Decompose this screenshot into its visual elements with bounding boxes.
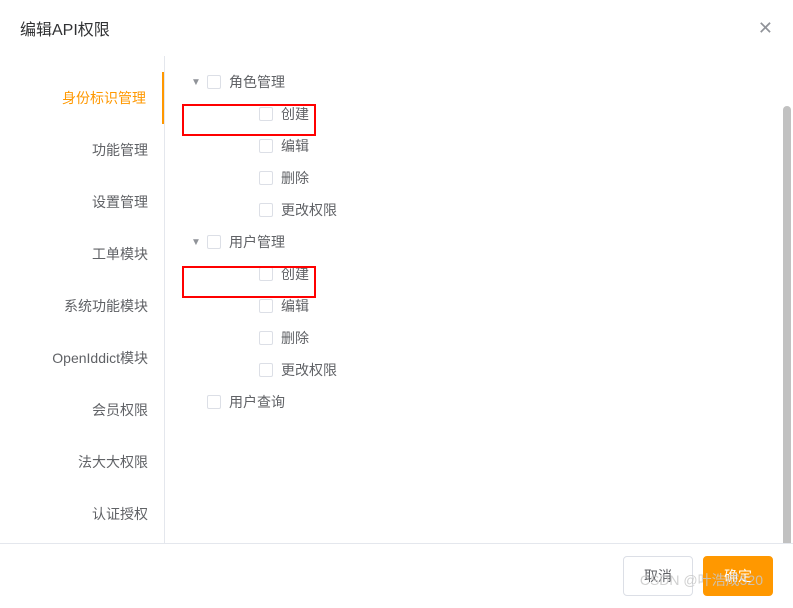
tree-node-label: 更改权限 xyxy=(281,360,337,380)
tree-node-7[interactable]: 编辑 xyxy=(223,290,773,322)
tree-node-label: 删除 xyxy=(281,168,309,188)
sidebar: 身份标识管理功能管理设置管理工单模块系统功能模块 OpenIddict模块会员权限… xyxy=(0,56,165,543)
close-icon[interactable]: ✕ xyxy=(758,18,773,39)
tree-node-9[interactable]: 更改权限 xyxy=(223,354,773,386)
sidebar-item-0[interactable]: 身份标识管理 xyxy=(0,72,165,124)
tree-node-6[interactable]: 创建 xyxy=(223,258,773,290)
scrollbar-thumb[interactable] xyxy=(783,106,791,543)
tree-node-label: 用户管理 xyxy=(229,232,285,252)
checkbox[interactable] xyxy=(259,331,273,345)
sidebar-item-label: OpenIddict模块 xyxy=(52,348,148,368)
sidebar-item-label: 功能管理 xyxy=(92,140,148,160)
confirm-button[interactable]: 确定 xyxy=(703,556,773,596)
checkbox[interactable] xyxy=(259,267,273,281)
checkbox[interactable] xyxy=(259,139,273,153)
sidebar-item-5[interactable]: OpenIddict模块 xyxy=(0,332,164,384)
sidebar-item-3[interactable]: 工单模块 xyxy=(0,228,164,280)
checkbox[interactable] xyxy=(207,395,221,409)
dialog-header: 编辑API权限 ✕ xyxy=(0,0,793,56)
chevron-down-icon[interactable]: ▼ xyxy=(189,237,203,248)
dialog-footer: 取消 确定 CSDN @叶浩成520 xyxy=(0,543,793,608)
sidebar-item-6[interactable]: 会员权限 xyxy=(0,384,164,436)
tree-node-8[interactable]: 删除 xyxy=(223,322,773,354)
tree-panel: ▼角色管理创建编辑删除更改权限▼用户管理创建编辑删除更改权限用户查询 xyxy=(165,56,793,543)
scrollbar-track[interactable] xyxy=(783,106,791,543)
checkbox[interactable] xyxy=(259,203,273,217)
tree-node-4[interactable]: 更改权限 xyxy=(223,194,773,226)
sidebar-item-label: 法大大权限 xyxy=(78,452,148,472)
tree-node-3[interactable]: 删除 xyxy=(223,162,773,194)
checkbox[interactable] xyxy=(259,363,273,377)
sidebar-item-7[interactable]: 法大大权限 xyxy=(0,436,164,488)
tree-node-label: 删除 xyxy=(281,328,309,348)
checkbox[interactable] xyxy=(259,299,273,313)
tree-node-2[interactable]: 编辑 xyxy=(223,130,773,162)
dialog-body: 身份标识管理功能管理设置管理工单模块系统功能模块 OpenIddict模块会员权限… xyxy=(0,56,793,543)
tree-node-label: 用户查询 xyxy=(229,392,285,412)
sidebar-item-label: 身份标识管理 xyxy=(62,88,146,108)
sidebar-item-4[interactable]: 系统功能模块 xyxy=(0,280,164,332)
tree-node-label: 角色管理 xyxy=(229,72,285,92)
sidebar-item-label: 工单模块 xyxy=(92,244,148,264)
sidebar-item-2[interactable]: 设置管理 xyxy=(0,176,164,228)
sidebar-item-8[interactable]: 认证授权 xyxy=(0,488,164,540)
cancel-button[interactable]: 取消 xyxy=(623,556,693,596)
checkbox[interactable] xyxy=(259,107,273,121)
checkbox[interactable] xyxy=(207,235,221,249)
tree-node-10[interactable]: 用户查询 xyxy=(189,386,773,418)
sidebar-item-label: 设置管理 xyxy=(92,192,148,212)
tree-node-label: 编辑 xyxy=(281,296,309,316)
tree-node-label: 编辑 xyxy=(281,136,309,156)
checkbox[interactable] xyxy=(259,171,273,185)
dialog-title: 编辑API权限 xyxy=(20,16,110,40)
sidebar-item-label: 会员权限 xyxy=(92,400,148,420)
tree-node-1[interactable]: 创建 xyxy=(223,98,773,130)
sidebar-item-1[interactable]: 功能管理 xyxy=(0,124,164,176)
tree-node-label: 创建 xyxy=(281,264,309,284)
tree-node-0[interactable]: ▼ 角色管理 xyxy=(189,66,773,98)
tree-node-5[interactable]: ▼ 用户管理 xyxy=(189,226,773,258)
tree-node-label: 创建 xyxy=(281,104,309,124)
tree-node-label: 更改权限 xyxy=(281,200,337,220)
sidebar-item-label: 认证授权 xyxy=(92,504,148,524)
chevron-down-icon[interactable]: ▼ xyxy=(189,77,203,88)
checkbox[interactable] xyxy=(207,75,221,89)
sidebar-item-label: 系统功能模块 xyxy=(64,296,148,316)
